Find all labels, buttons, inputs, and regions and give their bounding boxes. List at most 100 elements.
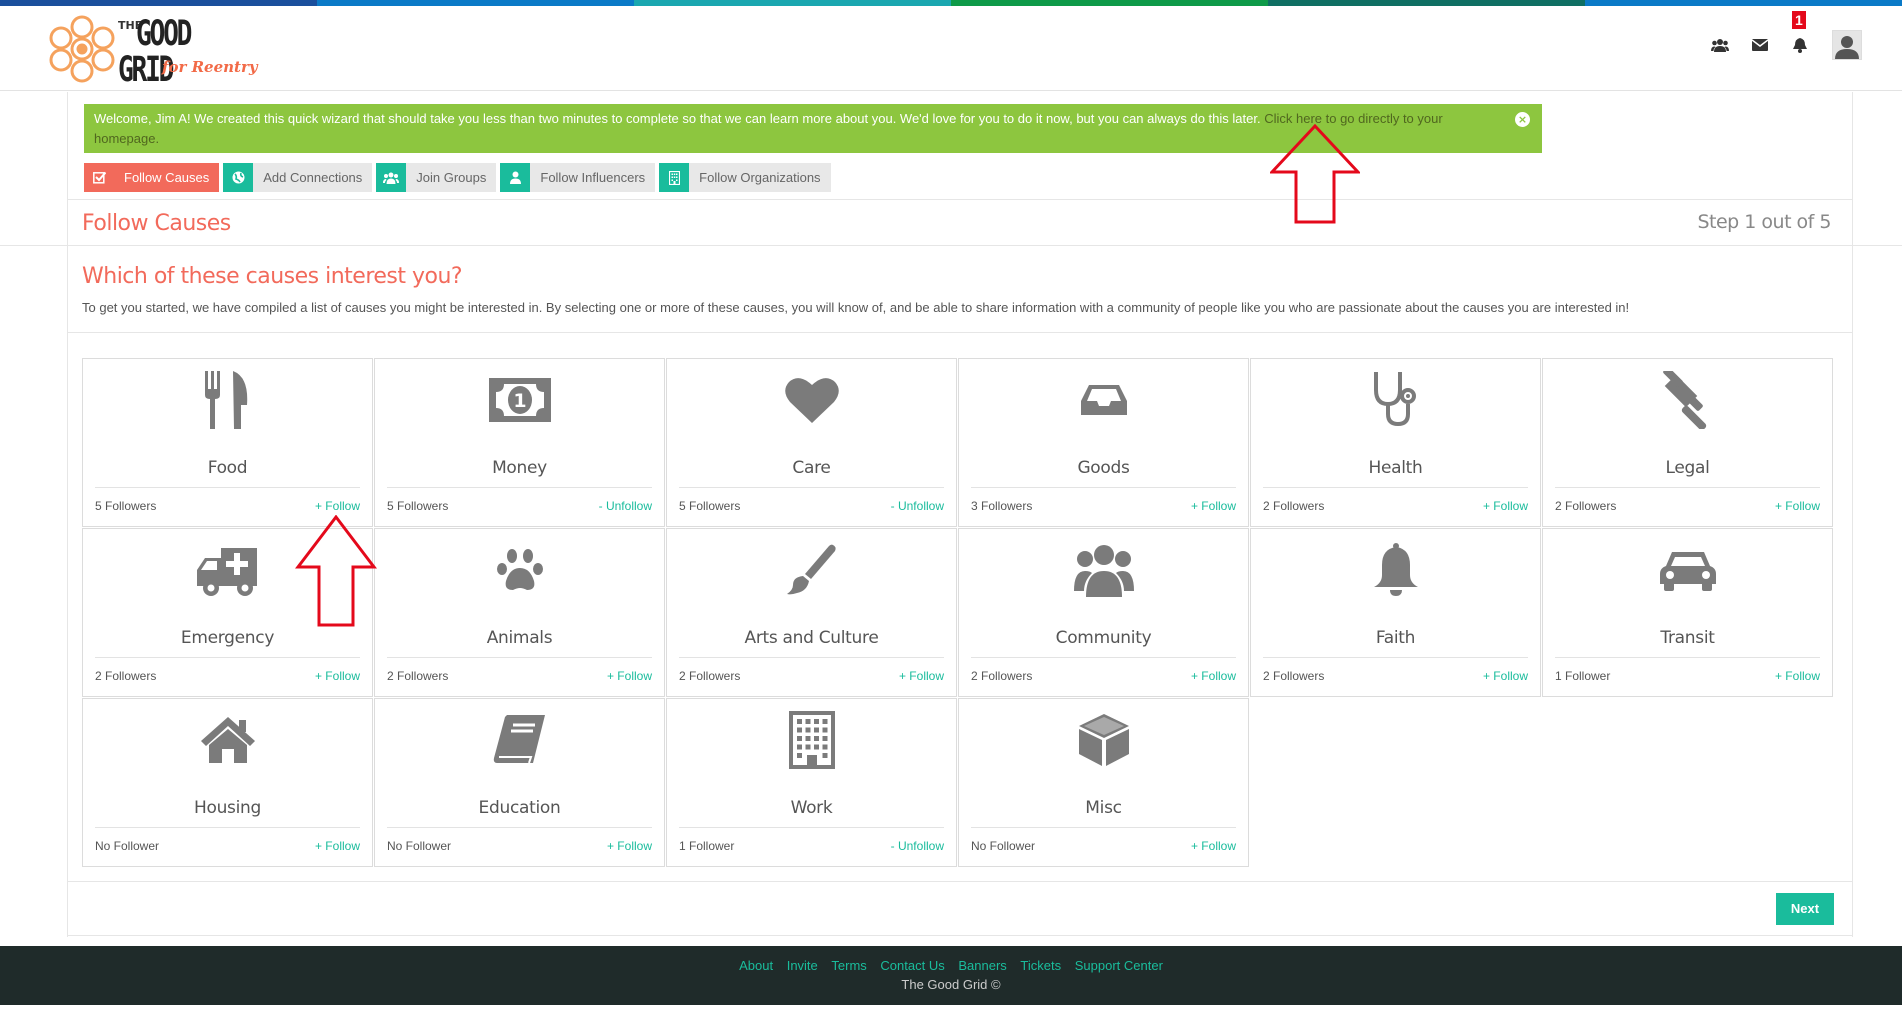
step-label: Add Connections	[263, 170, 363, 185]
gavel-icon	[1543, 369, 1832, 431]
connections-icon[interactable]	[1706, 31, 1734, 59]
cause-name: Arts and Culture	[744, 628, 879, 648]
annotation-arrow-up-icon	[295, 515, 377, 627]
footer: About Invite Terms Contact Us Banners Ti…	[0, 946, 1902, 1005]
divider	[679, 487, 944, 488]
follow-link[interactable]: + Follow	[607, 669, 652, 683]
tab-follow-causes[interactable]: Follow Causes	[84, 163, 220, 192]
follow-link[interactable]: + Follow	[315, 499, 360, 513]
divider	[1263, 657, 1528, 658]
follower-count: 3 Followers	[971, 499, 1033, 513]
cause-card: Faith 2 Followers + Follow	[1250, 528, 1541, 697]
follow-link[interactable]: + Follow	[1483, 499, 1528, 513]
unfollow-link[interactable]: - Unfollow	[891, 839, 944, 853]
cause-card: Arts and Culture 2 Followers + Follow	[666, 528, 957, 697]
cause-name: Faith	[1375, 628, 1416, 648]
cause-name: Care	[792, 458, 831, 478]
annotation-arrow-up-icon	[1270, 124, 1360, 224]
divider	[67, 935, 1853, 936]
follow-link[interactable]: + Follow	[1775, 669, 1820, 683]
follower-count: 2 Followers	[679, 669, 741, 683]
divider	[387, 657, 652, 658]
footer-link-contact[interactable]: Contact Us	[880, 958, 944, 973]
follow-link[interactable]: + Follow	[315, 839, 360, 853]
follow-link[interactable]: + Follow	[1775, 499, 1820, 513]
follower-count: 2 Followers	[971, 669, 1033, 683]
cause-card: Goods 3 Followers + Follow	[958, 358, 1249, 527]
footer-link-support[interactable]: Support Center	[1075, 958, 1163, 973]
next-button[interactable]: Next	[1776, 893, 1834, 925]
book-icon	[375, 709, 664, 771]
cause-name: Education	[478, 798, 561, 818]
divider	[971, 657, 1236, 658]
follow-link[interactable]: + Follow	[899, 669, 944, 683]
cause-name: Health	[1368, 458, 1423, 478]
follow-link[interactable]: + Follow	[1191, 669, 1236, 683]
logo-the: THE	[118, 19, 143, 32]
divider	[387, 487, 652, 488]
divider	[95, 827, 360, 828]
heart-icon	[667, 369, 956, 431]
logo-good: GOOD	[136, 14, 192, 54]
footer-link-terms[interactable]: Terms	[831, 958, 866, 973]
footer-link-banners[interactable]: Banners	[958, 958, 1006, 973]
follow-link[interactable]: + Follow	[1483, 669, 1528, 683]
follower-count: No Follower	[971, 839, 1036, 853]
follower-count: 2 Followers	[1263, 499, 1325, 513]
divider	[67, 332, 1853, 333]
notifications-icon[interactable]: 1	[1786, 11, 1814, 59]
divider	[1555, 487, 1820, 488]
follow-link[interactable]: + Follow	[607, 839, 652, 853]
tab-follow-influencers[interactable]: Follow Influencers	[500, 163, 656, 192]
cube-icon	[959, 709, 1248, 771]
cause-card: Community 2 Followers + Follow	[958, 528, 1249, 697]
divider	[95, 657, 360, 658]
tab-add-connections[interactable]: Add Connections	[223, 163, 373, 192]
cause-card: Misc No Follower + Follow	[958, 698, 1249, 867]
footer-link-invite[interactable]: Invite	[787, 958, 818, 973]
footer-link-about[interactable]: About	[739, 958, 773, 973]
cause-card: Legal 2 Followers + Follow	[1542, 358, 1833, 527]
follow-link[interactable]: + Follow	[1191, 839, 1236, 853]
cause-card: Housing No Follower + Follow	[82, 698, 373, 867]
unfollow-link[interactable]: - Unfollow	[599, 499, 652, 513]
bell-icon	[1251, 539, 1540, 601]
divider	[679, 657, 944, 658]
follower-count: No Follower	[387, 839, 452, 853]
cause-card: Food 5 Followers + Follow	[82, 358, 373, 527]
follower-count: 5 Followers	[95, 499, 157, 513]
building-icon	[659, 163, 690, 192]
cause-name: Emergency	[180, 628, 275, 648]
divider	[971, 827, 1236, 828]
messages-icon[interactable]	[1746, 31, 1774, 59]
cause-name: Work	[790, 798, 833, 818]
divider	[1555, 657, 1820, 658]
question-title: Which of these causes interest you?	[82, 264, 463, 289]
unfollow-link[interactable]: - Unfollow	[891, 499, 944, 513]
divider	[67, 199, 1853, 200]
step-counter: Step 1 out of 5	[1697, 211, 1831, 233]
step-label: Follow Influencers	[540, 170, 646, 185]
follower-count: 2 Followers	[1263, 669, 1325, 683]
tab-follow-organizations[interactable]: Follow Organizations	[659, 163, 831, 192]
follower-count: 2 Followers	[1555, 499, 1617, 513]
follow-link[interactable]: + Follow	[1191, 499, 1236, 513]
user-avatar[interactable]	[1832, 30, 1862, 60]
divider	[1263, 487, 1528, 488]
logo[interactable]: THE GOOD GRID for Reentry	[48, 10, 268, 88]
follower-count: 5 Followers	[387, 499, 449, 513]
follower-count: 5 Followers	[679, 499, 741, 513]
cause-card: Work 1 Follower - Unfollow	[666, 698, 957, 867]
alert-text: Welcome, Jim A! We created this quick wi…	[94, 111, 1261, 126]
close-icon[interactable]: ×	[1515, 112, 1530, 127]
tab-join-groups[interactable]: Join Groups	[376, 163, 497, 192]
logo-tagline: for Reentry	[162, 58, 258, 76]
cause-name: Housing	[193, 798, 261, 818]
follow-link[interactable]: + Follow	[315, 669, 360, 683]
footer-links: About Invite Terms Contact Us Banners Ti…	[0, 946, 1902, 973]
follower-count: 1 Follower	[1555, 669, 1611, 683]
cause-card: Care 5 Followers - Unfollow	[666, 358, 957, 527]
footer-link-tickets[interactable]: Tickets	[1020, 958, 1061, 973]
header-icons: 1	[1694, 11, 1862, 60]
cause-name: Transit	[1660, 628, 1715, 648]
